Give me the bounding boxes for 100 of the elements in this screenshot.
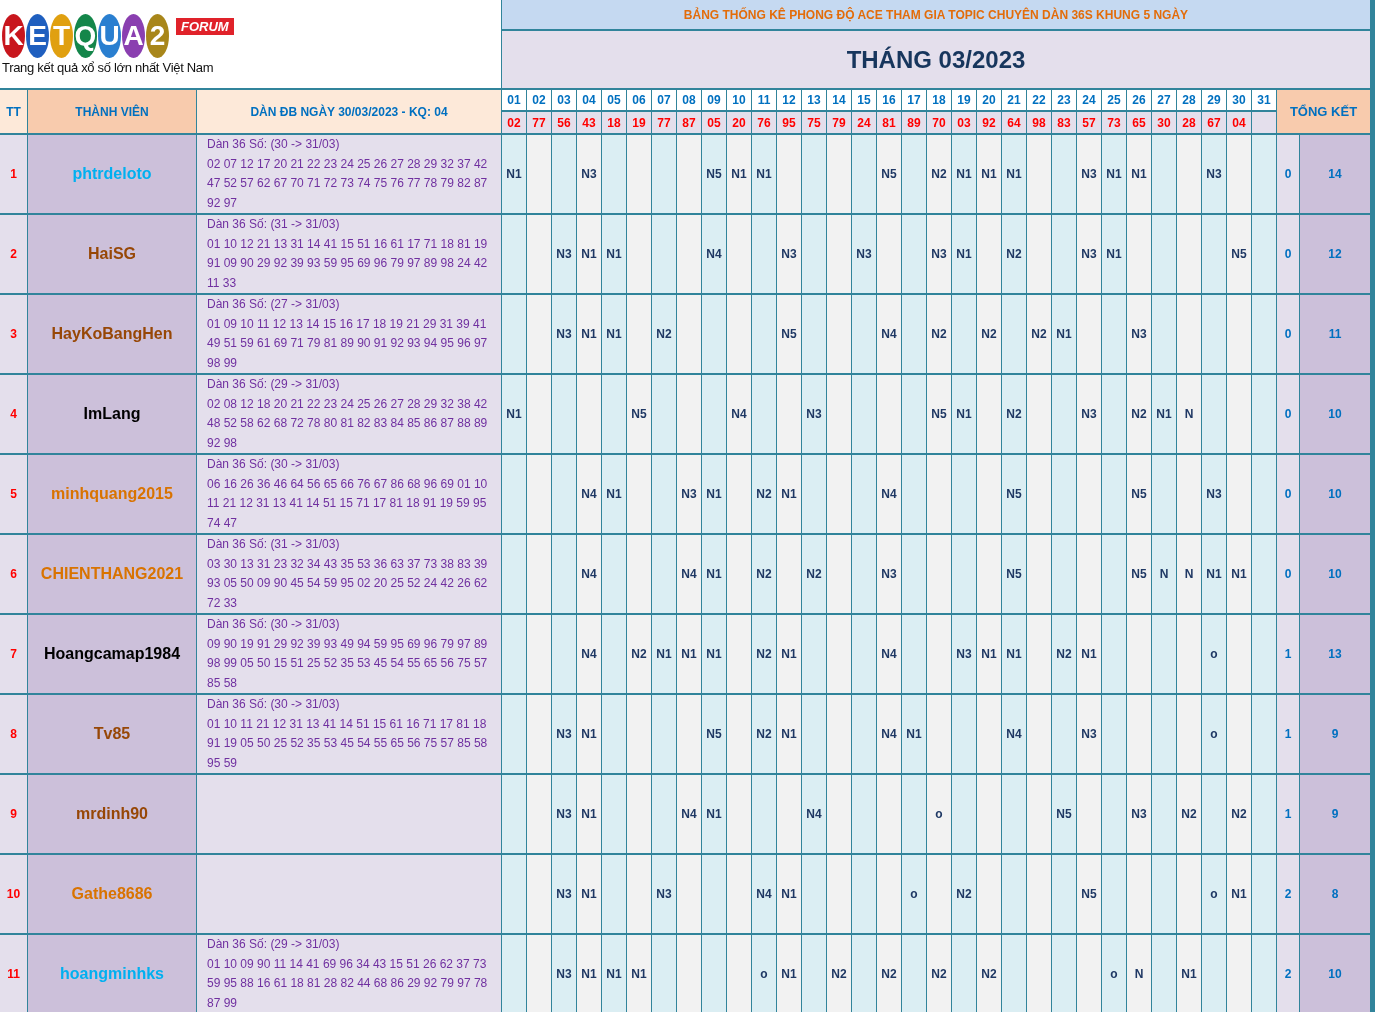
row-number: 11 <box>0 935 27 1012</box>
total-cell: 9 <box>1300 775 1370 853</box>
day-header: 24 <box>1077 90 1101 110</box>
day-header: 02 <box>527 90 551 110</box>
result-cell: 03 <box>952 112 976 133</box>
mark-cell: N1 <box>777 615 801 693</box>
mark-cell: N <box>1127 935 1151 1012</box>
column-header: TT <box>0 90 27 133</box>
mark-cell: N1 <box>902 695 926 773</box>
result-cell: 76 <box>752 112 776 133</box>
mark-cell: N2 <box>802 535 826 613</box>
mark-cell: N2 <box>652 295 676 373</box>
result-cell: 05 <box>702 112 726 133</box>
set-header: Dàn 36 Số: (31 -> 31/03) <box>207 216 341 233</box>
mark-cell: N3 <box>1077 695 1101 773</box>
result-cell: 70 <box>927 112 951 133</box>
set-numbers: 09 90 19 91 29 92 39 93 49 94 59 95 69 96 79 97 89 98 99 05 50 15 51 25 52 35 53 45 54 55 65 56 75 57 85 58 <box>207 635 489 692</box>
mark-cell: N1 <box>577 695 601 773</box>
logo-letter: Q <box>74 13 97 58</box>
mark-cell: N3 <box>652 855 676 933</box>
mark-cell: N4 <box>702 215 726 293</box>
mark-cell: N1 <box>1152 375 1176 453</box>
set-numbers: 03 30 13 31 23 32 34 43 35 53 36 63 37 73 38 83 39 93 05 50 09 90 45 54 59 95 02 20 25 52 24 42 26 62 72 33 <box>207 555 489 612</box>
member-name: Tv85 <box>28 695 196 773</box>
mark-cell: N1 <box>1177 935 1201 1012</box>
mark-cell: N4 <box>877 615 901 693</box>
total-cell: 0 <box>1277 135 1299 213</box>
row-number: 3 <box>0 295 27 373</box>
mark-cell: N2 <box>927 295 951 373</box>
result-cell: 30 <box>1152 112 1176 133</box>
total-cell: 0 <box>1277 295 1299 373</box>
result-cell: 81 <box>877 112 901 133</box>
set-header: Dàn 36 Số: (30 -> 31/03) <box>207 136 341 153</box>
day-header: 25 <box>1102 90 1126 110</box>
mark-cell: N4 <box>577 535 601 613</box>
mark-cell: N1 <box>1052 295 1076 373</box>
logo-tagline: Trang kết quả xổ số lớn nhất Việt Nam <box>2 59 214 75</box>
day-header: 31 <box>1252 90 1276 110</box>
day-header: 13 <box>802 90 826 110</box>
mark-cell: N1 <box>777 455 801 533</box>
row-number: 2 <box>0 215 27 293</box>
mark-cell: N1 <box>502 375 526 453</box>
result-cell: 65 <box>1127 112 1151 133</box>
mark-cell: N2 <box>1227 775 1251 853</box>
day-header: 04 <box>577 90 601 110</box>
set-header: Dàn 36 Số: (31 -> 31/03) <box>207 536 341 553</box>
mark-cell: N1 <box>1202 535 1226 613</box>
result-cell: 79 <box>827 112 851 133</box>
set-header: Dàn 36 Số: (29 -> 31/03) <box>207 936 341 953</box>
mark-cell: N5 <box>927 375 951 453</box>
total-cell: 0 <box>1277 215 1299 293</box>
day-header: 09 <box>702 90 726 110</box>
result-cell: 92 <box>977 112 1001 133</box>
mark-cell: N3 <box>552 695 576 773</box>
result-cell: 28 <box>1177 112 1201 133</box>
mark-cell: N3 <box>777 215 801 293</box>
member-name: HaiSG <box>28 215 196 293</box>
mark-cell: N2 <box>752 695 776 773</box>
column-header: TỔNG KẾT <box>1277 90 1370 133</box>
mark-cell: N1 <box>602 935 626 1012</box>
mark-cell: N2 <box>1177 775 1201 853</box>
result-cell: 02 <box>502 112 526 133</box>
mark-cell: N1 <box>952 135 976 213</box>
mark-cell: N3 <box>552 855 576 933</box>
mark-cell: N1 <box>952 215 976 293</box>
mark-cell: N3 <box>1127 295 1151 373</box>
day-header: 01 <box>502 90 526 110</box>
mark-cell: N1 <box>652 615 676 693</box>
mark-cell: N2 <box>977 295 1001 373</box>
total-cell: 13 <box>1300 615 1370 693</box>
total-cell: 14 <box>1300 135 1370 213</box>
total-cell: 0 <box>1277 455 1299 533</box>
row-number: 5 <box>0 455 27 533</box>
mark-cell: o <box>927 775 951 853</box>
mark-cell: N1 <box>777 855 801 933</box>
mark-cell: N5 <box>702 135 726 213</box>
mark-cell: o <box>1202 695 1226 773</box>
mark-cell: N3 <box>1077 135 1101 213</box>
member-name: minhquang2015 <box>28 455 196 533</box>
mark-cell: N3 <box>552 775 576 853</box>
mark-cell: N1 <box>1102 215 1126 293</box>
mark-cell: N1 <box>677 615 701 693</box>
result-cell: 04 <box>1227 112 1251 133</box>
mark-cell: N1 <box>952 375 976 453</box>
mark-cell: N2 <box>952 855 976 933</box>
mark-cell: N1 <box>777 695 801 773</box>
mark-cell: N1 <box>602 215 626 293</box>
logo-letter: E <box>26 13 49 58</box>
mark-cell: N3 <box>552 215 576 293</box>
mark-cell: N1 <box>1227 535 1251 613</box>
set-numbers: 06 16 26 36 46 64 56 65 66 76 67 86 68 96 69 01 10 11 21 12 31 13 41 14 51 15 71 17 81 18 91 19 59 95 74 47 <box>207 475 489 532</box>
day-header: 07 <box>652 90 676 110</box>
mark-cell: N5 <box>702 695 726 773</box>
mark-cell: N4 <box>877 295 901 373</box>
mark-cell: N2 <box>927 135 951 213</box>
mark-cell: N4 <box>577 615 601 693</box>
set-numbers: 02 07 12 17 20 21 22 23 24 25 26 27 28 29 32 37 42 47 52 57 62 67 70 71 72 73 74 75 76 77 78 79 82 87 92 97 <box>207 155 489 212</box>
mark-cell: N5 <box>1052 775 1076 853</box>
result-cell: 43 <box>577 112 601 133</box>
mark-cell: N1 <box>1227 855 1251 933</box>
